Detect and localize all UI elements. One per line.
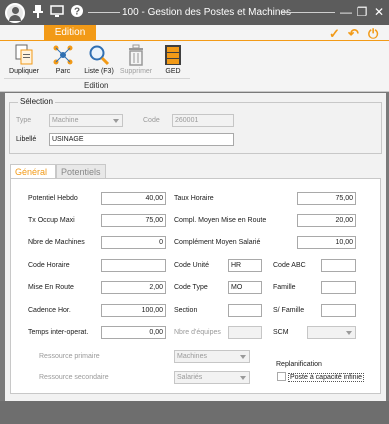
ribbon-group-label: Edition (84, 81, 109, 90)
delete-button[interactable]: Supprimer (116, 44, 156, 75)
delete-label: Supprimer (119, 68, 153, 75)
complement-moyen-salarie-field[interactable]: 10,00 (297, 236, 356, 249)
help-icon[interactable]: ? (70, 4, 88, 22)
section-label: Section (174, 307, 198, 314)
temps-inter-label: Temps inter-operat. (28, 329, 89, 336)
tab-general[interactable]: Général (10, 164, 56, 179)
ressource-secondaire-label: Ressource secondaire (39, 374, 109, 381)
monitor-icon[interactable] (50, 4, 68, 22)
cadence-hor-label: Cadence Hor. (28, 307, 71, 314)
scm-label: SCM (273, 329, 289, 336)
svg-text:?: ? (74, 7, 80, 18)
validate-icon[interactable]: ✓ (329, 26, 340, 42)
code-label: Code (143, 117, 160, 124)
type-select[interactable]: Machine (49, 114, 123, 127)
potentiel-hebdo-field[interactable]: 40,00 (101, 192, 166, 205)
title-bar: ? 100 - Gestion des Postes et Machines —… (0, 0, 389, 25)
close-button[interactable]: ✕ (372, 5, 386, 19)
ribbon-group-divider (4, 78, 190, 79)
libelle-label: Libellé (16, 136, 37, 143)
duplicate-button[interactable]: Dupliquer (4, 44, 44, 75)
application-window: ? 100 - Gestion des Postes et Machines —… (0, 0, 389, 424)
minimize-button[interactable]: — (339, 5, 353, 19)
replanification-label: Replanification (276, 361, 322, 368)
nbre-machines-label: Nbre de Machines (28, 239, 85, 246)
ressource-primaire-label: Ressource primaire (39, 353, 100, 360)
window-title: 100 - Gestion des Postes et Machines (122, 7, 291, 18)
restore-button[interactable]: ❐ (355, 5, 369, 19)
type-label: Type (16, 117, 32, 124)
nbre-machines-field[interactable]: 0 (101, 236, 166, 249)
taux-horaire-field[interactable]: 75,00 (297, 192, 356, 205)
ribbon: Edition ✓ ↶ ⏻ Dupliquer Parc Liste (F3) … (0, 25, 389, 92)
ribbon-tab-edition[interactable]: Edition (44, 25, 96, 41)
compl-moyen-mise-label: Compl. Moyen Mise en Route (174, 217, 267, 224)
code-abc-label: Code ABC (273, 262, 306, 269)
s-famille-label: S/ Famille (273, 307, 305, 314)
code-horaire-field[interactable] (101, 259, 166, 272)
code-unite-field[interactable]: HR (228, 259, 262, 272)
code-type-label: Code Type (174, 284, 208, 291)
ressource-primaire-select[interactable]: Machines (174, 350, 250, 363)
status-bar (0, 401, 389, 424)
famille-label: Famille (273, 284, 296, 291)
tx-occup-maxi-label: Tx Occup Maxi (28, 217, 75, 224)
section-field[interactable] (228, 304, 262, 317)
ged-label: GED (165, 68, 181, 75)
tx-occup-maxi-field[interactable]: 75,00 (101, 214, 166, 227)
code-horaire-label: Code Horaire (28, 262, 70, 269)
tab-potentiels[interactable]: Potentiels (56, 164, 106, 179)
s-famille-field[interactable] (321, 304, 356, 317)
parc-icon (53, 45, 73, 65)
nbre-equipes-field[interactable] (228, 326, 262, 339)
content-area: Sélection Type Machine Code 260001 Libel… (5, 93, 386, 401)
libelle-field[interactable]: USINAGE (49, 133, 234, 146)
duplicate-icon (15, 44, 33, 65)
ged-button[interactable]: GED (153, 44, 193, 75)
pin-icon[interactable] (32, 4, 50, 22)
selection-group: Sélection Type Machine Code 260001 Libel… (9, 97, 382, 154)
capacite-infinie-checkbox[interactable] (277, 372, 286, 381)
scm-select[interactable] (307, 326, 356, 339)
ged-icon (165, 45, 181, 65)
duplicate-label: Dupliquer (9, 68, 39, 75)
undo-icon[interactable]: ↶ (348, 26, 359, 42)
title-rule-left (88, 12, 120, 13)
mise-en-route-field[interactable]: 2,00 (101, 281, 166, 294)
capacite-infinie-label[interactable]: Poste à capacité infinie (288, 373, 364, 382)
parc-button[interactable]: Parc (43, 44, 83, 75)
code-type-field[interactable]: MO (228, 281, 262, 294)
power-icon[interactable]: ⏻ (368, 26, 378, 42)
compl-moyen-mise-field[interactable]: 20,00 (297, 214, 356, 227)
cadence-hor-field[interactable]: 100,00 (101, 304, 166, 317)
title-rule-right (282, 12, 335, 13)
trash-icon (129, 44, 143, 66)
famille-field[interactable] (321, 281, 356, 294)
code-field[interactable]: 260001 (172, 114, 234, 127)
mise-en-route-label: Mise En Route (28, 284, 74, 291)
complement-moyen-salarie-label: Complément Moyen Salarié (174, 239, 261, 246)
taux-horaire-label: Taux Horaire (174, 195, 214, 202)
code-abc-field[interactable] (321, 259, 356, 272)
parc-label: Parc (55, 68, 71, 75)
selection-legend: Sélection (18, 97, 55, 106)
nbre-equipes-label: Nbre d'équipes (174, 329, 221, 336)
potentiel-hebdo-label: Potentiel Hebdo (28, 195, 78, 202)
ressource-secondaire-select[interactable]: Salariés (174, 371, 250, 384)
list-label: Liste (F3) (84, 68, 114, 75)
list-button[interactable]: Liste (F3) (79, 44, 119, 75)
temps-inter-field[interactable]: 0,00 (101, 326, 166, 339)
code-unite-label: Code Unité (174, 262, 210, 269)
general-panel: Potentiel Hebdo 40,00 Tx Occup Maxi 75,0… (10, 178, 381, 394)
user-avatar[interactable] (5, 3, 25, 23)
search-list-icon (89, 45, 110, 66)
